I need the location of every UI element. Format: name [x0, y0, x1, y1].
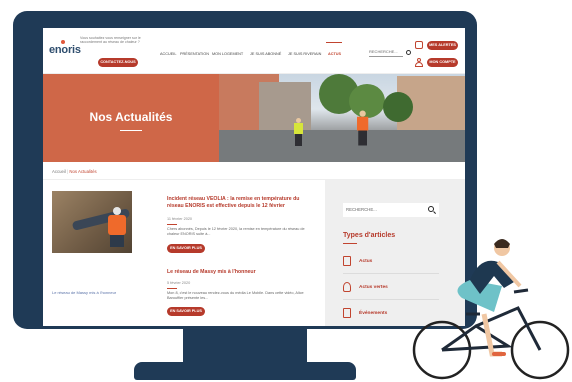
read-more-button[interactable]: EN SAVOIR PLUS [167, 244, 205, 253]
calendar-icon [343, 308, 351, 318]
article-title[interactable]: Incident réseau VEOLIA : la remise en te… [167, 196, 317, 209]
document-icon [343, 256, 351, 266]
nav-active-indicator [326, 42, 342, 43]
monitor-frame: enoris Vous souhaitez vous renseigner su… [13, 11, 477, 329]
cyclist-illustration [412, 239, 570, 380]
nav-accueil[interactable]: ACCUEIL [160, 52, 176, 56]
worker-figure [293, 118, 303, 146]
bike-handlebar [513, 288, 529, 294]
road [219, 130, 465, 162]
sidebar-search-placeholder: RECHERCHE... [346, 207, 377, 212]
article-excerpt: Mon 8, c'est le nouveau rendez-vous du m… [167, 291, 304, 300]
article-title[interactable]: Le réseau de Massy mis à l'honneur [167, 269, 317, 276]
worker-figure [356, 110, 369, 146]
site-logo[interactable]: enoris [49, 44, 81, 56]
nav-presentation[interactable]: PRÉSENTATION [180, 52, 209, 56]
header-search-input[interactable]: RECHERCHE... [369, 47, 403, 57]
search-icon[interactable] [406, 50, 411, 55]
article-image[interactable] [52, 191, 132, 253]
monitor-screen: enoris Vous souhaitez vous renseigner su… [43, 28, 465, 326]
worker-figure [106, 207, 128, 247]
read-more-button[interactable]: EN SAVOIR PLUS [167, 307, 205, 316]
building [259, 82, 311, 132]
sidebar-item-label: Actus [359, 259, 373, 264]
breadcrumb: Accueil | Nos Actualités [52, 169, 97, 174]
monitor-stand-base [134, 362, 356, 380]
article-excerpt: Chers abonnés, Depuis le 12 février 2020… [167, 227, 305, 236]
site-header: enoris Vous souhaitez vous renseigner su… [43, 28, 465, 74]
heading-rule [343, 243, 357, 244]
alerts-button[interactable]: MES ALERTES [427, 41, 458, 50]
article-rule [167, 224, 177, 225]
hero-title: Nos Actualités [89, 110, 173, 124]
tree [383, 92, 413, 122]
user-icon[interactable] [415, 58, 423, 67]
account-button[interactable]: MON COMPTE [427, 58, 458, 67]
bike-frame [441, 324, 513, 352]
broken-image-alt[interactable]: Le réseau de Massy mis à l'honneur [52, 290, 116, 295]
article-rule [167, 288, 177, 289]
rider-hair [494, 239, 510, 248]
nav-je-suis-riverain[interactable]: JE SUIS RIVERAIN [288, 52, 321, 56]
article-date: 5 février 2020 [167, 281, 191, 285]
header-tagline: Vous souhaitez vous renseigner sur le ra… [80, 36, 141, 45]
nav-je-suis-abonne[interactable]: JE SUIS ABONNÉ [250, 52, 281, 56]
sidebar-search-input[interactable]: RECHERCHE... [343, 203, 439, 217]
nav-mon-logement[interactable]: MON LOGEMENT [212, 52, 243, 56]
hero-banner: Nos Actualités [43, 74, 465, 162]
hero-underline [120, 130, 142, 131]
sidebar-item-label: Événements [359, 311, 388, 316]
rider-shoe [492, 352, 506, 356]
hero-title-panel: Nos Actualités [43, 74, 219, 162]
hero-photo [219, 74, 465, 162]
contact-button[interactable]: CONTACTEZ-NOUS [98, 58, 138, 67]
mail-icon[interactable] [415, 41, 423, 49]
sidebar-item-label: Actus vertes [359, 285, 388, 290]
nav-actus[interactable]: ACTUS [328, 52, 341, 56]
search-icon-handle [432, 211, 437, 215]
breadcrumb-current: Nos Actualités [69, 169, 97, 174]
sidebar-heading: Types d'articles [343, 232, 396, 239]
monitor-stand-neck [183, 329, 307, 366]
leaf-hand-icon [343, 282, 351, 292]
breadcrumb-home[interactable]: Accueil [52, 169, 66, 174]
article-date: 11 février 2020 [167, 217, 193, 221]
